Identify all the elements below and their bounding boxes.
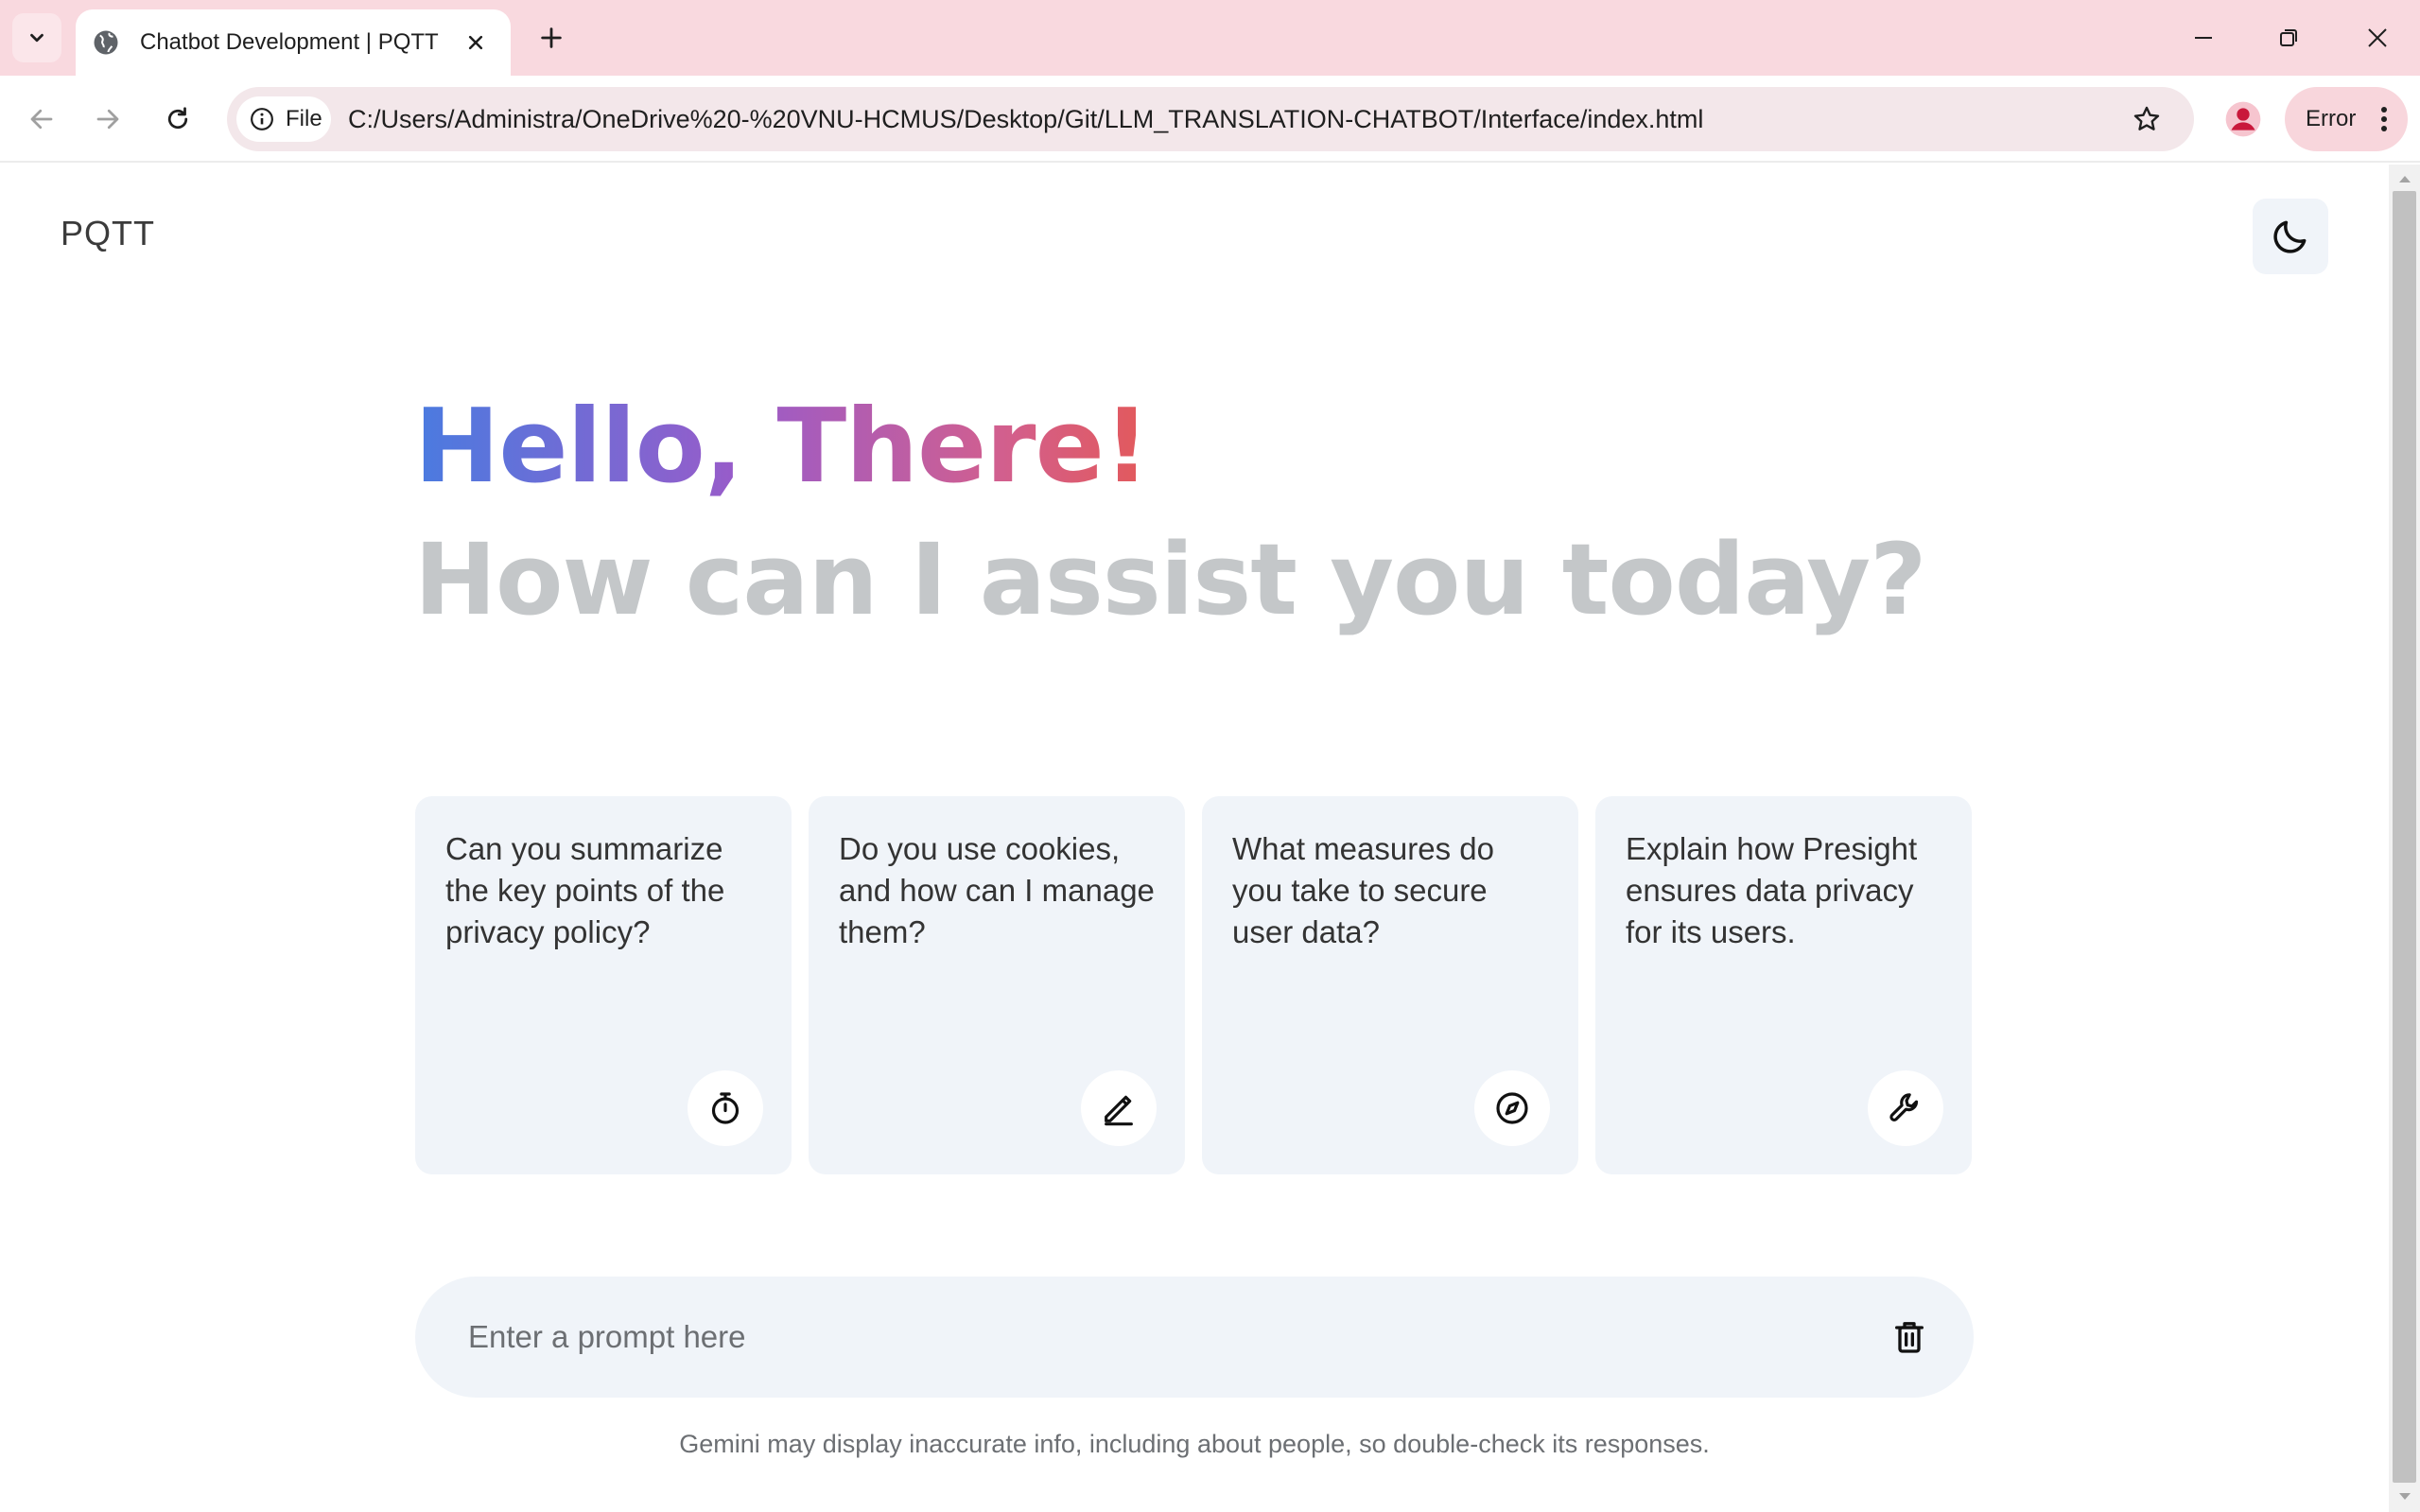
bookmark-button[interactable] xyxy=(2128,100,2166,138)
suggestion-list: Can you summarize the key points of the … xyxy=(415,796,1974,1174)
pencil-icon xyxy=(1081,1070,1157,1146)
url-text[interactable]: C:/Users/Administra/OneDrive%20-%20VNU-H… xyxy=(348,105,1703,134)
prompt-bar xyxy=(415,1277,1974,1398)
restore-icon xyxy=(2280,29,2297,46)
close-window-icon xyxy=(2368,28,2387,47)
prompt-input[interactable] xyxy=(468,1277,1830,1398)
scroll-down-icon[interactable] xyxy=(2396,1488,2412,1504)
suggestion-card[interactable]: Explain how Presight ensures data privac… xyxy=(1595,796,1972,1174)
disclaimer-text: Gemini may display inaccurate info, incl… xyxy=(679,1430,1710,1458)
suggestion-text: Explain how Presight ensures data privac… xyxy=(1626,831,1918,949)
chevron-down-icon xyxy=(30,33,44,43)
active-tab[interactable]: Chatbot Development | PQTT xyxy=(76,9,511,76)
globe-icon xyxy=(91,27,121,58)
tab-search-button[interactable] xyxy=(12,13,61,62)
address-bar[interactable]: File C:/Users/Administra/OneDrive%20-%20… xyxy=(227,87,2194,151)
suggestion-text: Can you summarize the key points of the … xyxy=(445,831,725,949)
minimize-button[interactable] xyxy=(2183,17,2224,59)
forward-button[interactable] xyxy=(87,98,129,140)
kebab-menu-icon[interactable] xyxy=(2370,104,2398,134)
theme-toggle-button[interactable] xyxy=(2253,199,2328,274)
compass-icon xyxy=(1474,1070,1550,1146)
greeting-title: Hello, There! xyxy=(414,388,1150,506)
browser-toolbar: File C:/Users/Administra/OneDrive%20-%20… xyxy=(0,76,2420,163)
profile-icon xyxy=(2225,101,2261,137)
moon-icon xyxy=(2273,220,2307,253)
vertical-scrollbar[interactable] xyxy=(2389,165,2420,1512)
greeting-subtitle: How can I assist you today? xyxy=(414,522,1926,637)
restore-button[interactable] xyxy=(2268,17,2309,59)
close-window-button[interactable] xyxy=(2357,17,2398,59)
suggestion-card[interactable]: Do you use cookies, and how can I manage… xyxy=(809,796,1185,1174)
brand-logo: PQTT xyxy=(61,214,155,252)
close-tab-button[interactable] xyxy=(461,28,490,57)
site-info-chip[interactable]: File xyxy=(236,96,331,142)
profile-button[interactable] xyxy=(2222,98,2264,140)
close-icon xyxy=(468,35,483,50)
suggestion-card[interactable]: What measures do you take to secure user… xyxy=(1202,796,1578,1174)
page-viewport: PQTT Hello, There! How can I assist you … xyxy=(0,165,2389,1512)
minimize-icon xyxy=(2195,37,2212,39)
suggestion-text: Do you use cookies, and how can I manage… xyxy=(839,831,1155,949)
tab-title: Chatbot Development | PQTT xyxy=(140,29,439,55)
site-chip-label: File xyxy=(286,106,322,131)
error-label: Error xyxy=(2306,106,2357,131)
forward-arrow-icon xyxy=(96,109,119,130)
delete-chat-button[interactable] xyxy=(1887,1314,1932,1360)
trash-icon xyxy=(1895,1322,1924,1353)
reload-button[interactable] xyxy=(157,98,199,140)
suggestion-card[interactable]: Can you summarize the key points of the … xyxy=(415,796,792,1174)
wrench-icon xyxy=(1868,1070,1943,1146)
info-icon xyxy=(251,108,273,130)
suggestion-text: What measures do you take to secure user… xyxy=(1232,831,1494,949)
back-arrow-icon xyxy=(30,109,53,130)
back-button[interactable] xyxy=(21,98,62,140)
new-tab-button[interactable] xyxy=(534,21,568,55)
timer-icon xyxy=(688,1070,763,1146)
star-icon xyxy=(2133,106,2160,130)
scroll-up-icon[interactable] xyxy=(2396,170,2412,186)
error-chip[interactable]: Error xyxy=(2285,87,2408,151)
reload-icon xyxy=(167,107,188,130)
plus-icon xyxy=(541,27,562,48)
browser-tab-strip: Chatbot Development | PQTT xyxy=(0,0,2420,76)
scrollbar-thumb[interactable] xyxy=(2393,191,2416,1483)
